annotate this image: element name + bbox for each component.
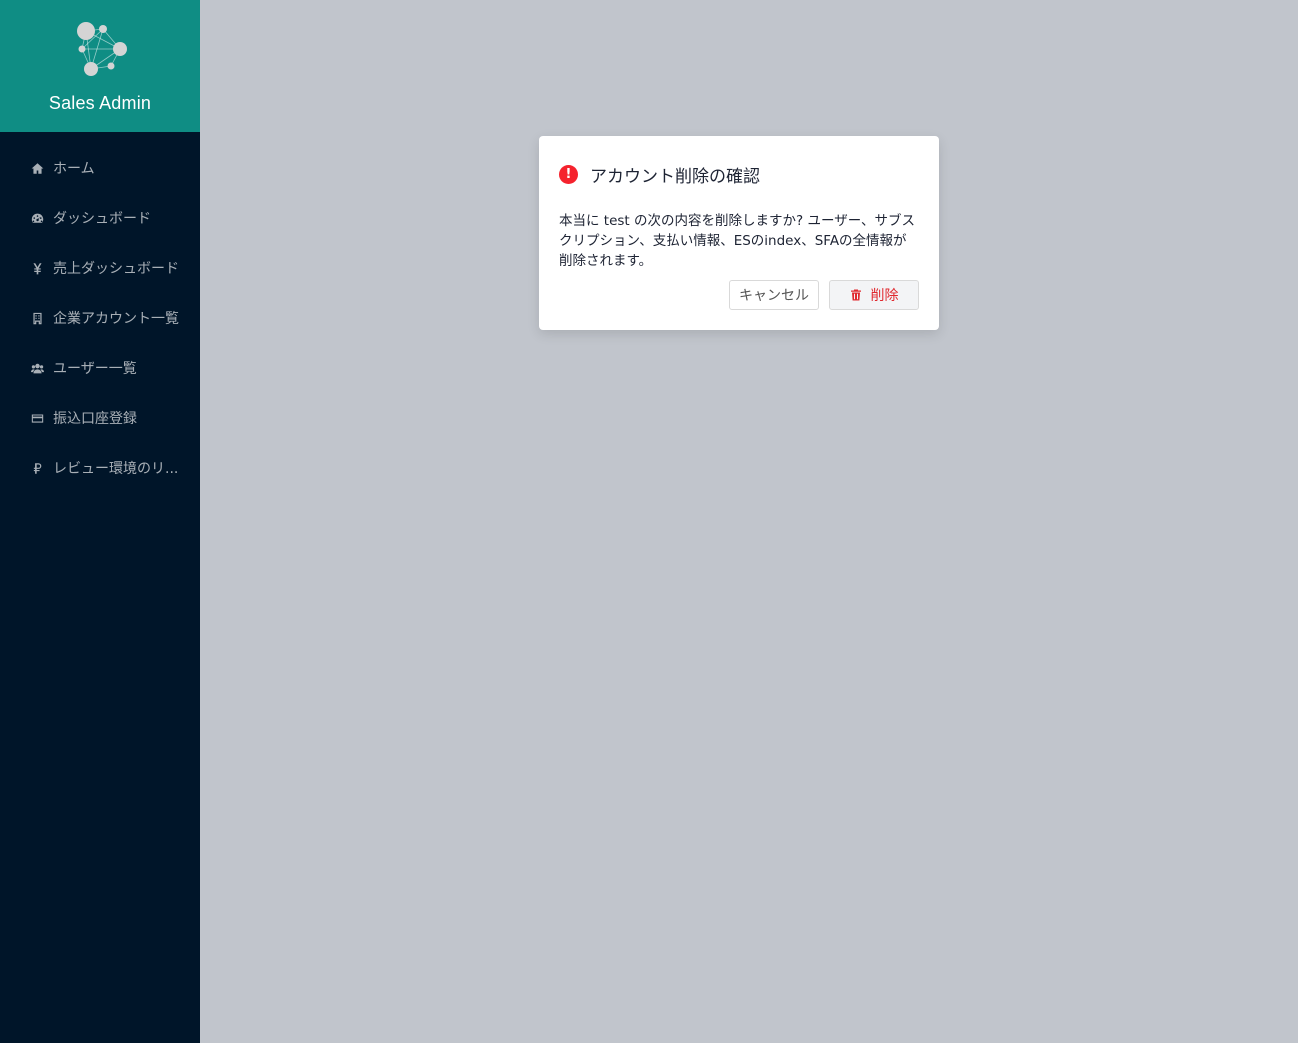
sidebar-item-bank-account[interactable]: 振込口座登録 [0,393,200,443]
sidebar-item-label: ダッシュボード [53,211,151,227]
sidebar-item-label: 企業アカウント一覧 [53,311,179,327]
dialog-actions: キャンセル 削除 [729,280,919,310]
exclamation-circle-icon: ! [559,165,578,184]
dialog-title: アカウント削除の確認 [590,167,760,187]
sidebar-item-label: 売上ダッシュボード [53,261,179,277]
cancel-button-label: キャンセル [739,288,809,304]
home-icon [30,161,44,175]
sidebar-item-sales-dashboard[interactable]: 売上ダッシュボード [0,243,200,293]
delete-button[interactable]: 削除 [829,280,919,310]
sidebar-item-review-env[interactable]: レビュー環境のリ... [0,443,200,493]
delete-account-dialog: ! アカウント削除の確認 本当に test の次の内容を削除しますか? ユーザー… [539,136,939,330]
credit-card-icon [30,411,44,425]
ruble-icon [30,461,44,475]
delete-button-label: 削除 [870,288,899,304]
sidebar-item-dashboard[interactable]: ダッシュボード [0,193,200,243]
users-icon [30,361,44,375]
sidebar-item-label: ユーザー一覧 [53,361,137,377]
sidebar: Sales Admin ホーム ダッシュボード 売上ダッシュボード 企業アカウン… [0,0,200,1043]
dialog-message: 本当に test の次の内容を削除しますか? ユーザー、サブスクリプション、支払… [559,213,916,269]
sidebar-item-label: ホーム [53,161,95,177]
sidebar-item-label: レビュー環境のリ... [53,461,179,477]
building-icon [30,311,44,325]
cancel-button[interactable]: キャンセル [729,280,819,310]
brand-header[interactable]: Sales Admin [0,0,200,132]
dashboard-icon [30,211,44,225]
sidebar-item-label: 振込口座登録 [53,411,137,427]
sidebar-item-home[interactable]: ホーム [0,143,200,193]
dialog-header: ! アカウント削除の確認 [559,162,919,187]
trash-icon [850,289,861,301]
yen-icon [30,261,44,275]
network-logo-icon [77,22,127,76]
sidebar-item-company-accounts[interactable]: 企業アカウント一覧 [0,293,200,343]
sidebar-item-users[interactable]: ユーザー一覧 [0,343,200,393]
sidebar-menu: ホーム ダッシュボード 売上ダッシュボード 企業アカウント一覧 ユーザー一覧 振… [0,143,200,493]
app-title: Sales Admin [48,93,152,113]
